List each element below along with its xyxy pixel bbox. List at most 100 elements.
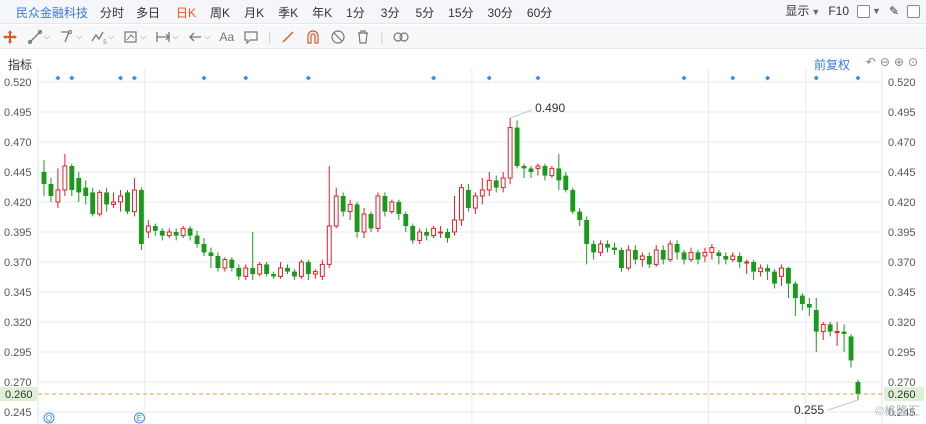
tab-30min[interactable]: 30分 xyxy=(488,4,513,21)
candle xyxy=(500,172,506,193)
candle xyxy=(326,166,332,268)
event-marker xyxy=(305,75,311,81)
channel-tool-icon[interactable]: ⌵ xyxy=(59,27,82,47)
candle-body xyxy=(493,180,499,188)
line-tool-icon[interactable]: ⌵ xyxy=(27,27,50,47)
candle xyxy=(264,262,270,277)
candle xyxy=(319,259,325,280)
stock-name[interactable]: 民众金融科技 xyxy=(16,4,88,21)
y-tick-label: 0.470 xyxy=(888,137,916,149)
candle xyxy=(799,293,805,310)
y-tick-label: 0.345 xyxy=(4,287,32,299)
tab-weekly-k[interactable]: 周K xyxy=(210,4,230,21)
candle-body xyxy=(556,168,562,181)
pencil-icon[interactable]: ✎ xyxy=(889,4,899,18)
candle-body xyxy=(577,211,583,220)
candle-body xyxy=(535,165,541,169)
candle-body xyxy=(507,127,513,179)
candle xyxy=(215,252,221,272)
candle xyxy=(424,228,430,241)
tab-yearly-k[interactable]: 年K xyxy=(312,4,332,21)
tab-daily-k[interactable]: 日K xyxy=(176,4,196,21)
candle xyxy=(709,244,715,260)
candle xyxy=(785,266,791,298)
candlestick-chart[interactable]: QE 0.5200.4950.4700.4450.4200.3950.3700.… xyxy=(0,68,926,424)
candle-body xyxy=(361,213,367,233)
candle-body xyxy=(271,274,277,277)
candle-body xyxy=(264,264,270,274)
zoom-in-icon[interactable]: ⊕ xyxy=(894,55,904,69)
text-tool-icon[interactable]: Aa xyxy=(219,27,234,47)
candle xyxy=(389,199,395,214)
tab-5min[interactable]: 5分 xyxy=(415,4,434,21)
candle-body xyxy=(48,184,54,196)
event-marker xyxy=(486,75,492,81)
checkbox-dropdown[interactable]: ▼ xyxy=(857,3,881,18)
tab-quarterly-k[interactable]: 季K xyxy=(278,4,298,21)
tab-1min[interactable]: 1分 xyxy=(346,4,365,21)
tab-multiday[interactable]: 多日 xyxy=(136,4,160,21)
max-leader-line xyxy=(509,109,533,119)
square-button[interactable] xyxy=(907,3,920,18)
candle-body xyxy=(605,244,610,248)
chevron-right-icon[interactable]: ⊙ xyxy=(908,55,918,69)
candle-body xyxy=(570,190,576,212)
candle xyxy=(765,264,770,280)
wave-tool-icon[interactable]: 5 ⌵ xyxy=(91,27,114,47)
candle-body xyxy=(104,192,110,205)
chevron-down-icon: ⌵ xyxy=(204,31,211,41)
candle-body xyxy=(236,268,242,277)
candle xyxy=(194,230,200,248)
candle-body xyxy=(591,244,597,253)
tab-intraday[interactable]: 分时 xyxy=(100,4,124,21)
f10-button[interactable]: F10 xyxy=(828,4,849,18)
link-icon[interactable] xyxy=(392,27,410,47)
candle xyxy=(152,223,158,236)
measure-tool-icon[interactable]: ⌵ xyxy=(123,27,146,47)
candle xyxy=(598,240,604,256)
candle-body xyxy=(785,268,791,284)
zoom-out-icon[interactable]: ⊖ xyxy=(880,55,890,69)
candle-body xyxy=(347,203,353,213)
candle xyxy=(90,187,96,217)
y-tick-label: 0.495 xyxy=(4,107,32,119)
tab-monthly-k[interactable]: 月K xyxy=(244,4,264,21)
candle xyxy=(584,216,590,265)
current-price-label: 0.260 xyxy=(5,389,33,401)
tab-15min[interactable]: 15分 xyxy=(448,4,473,21)
comment-icon[interactable] xyxy=(243,27,259,47)
brush-icon[interactable] xyxy=(280,27,296,47)
candle-body xyxy=(257,263,263,275)
magnet-icon[interactable] xyxy=(305,27,321,47)
y-tick-label: 0.320 xyxy=(888,317,916,329)
candle-body xyxy=(222,259,228,269)
move-icon[interactable] xyxy=(2,27,18,47)
candle-body xyxy=(243,267,249,277)
undo-icon[interactable]: ↶ xyxy=(866,55,876,69)
hide-icon[interactable] xyxy=(330,27,346,47)
range-tool-icon[interactable]: ⌵ xyxy=(155,27,178,47)
candle xyxy=(125,190,130,214)
candle-body xyxy=(500,177,506,189)
candle-body xyxy=(855,382,861,394)
candle-body xyxy=(792,283,798,298)
svg-text:5: 5 xyxy=(103,39,107,45)
y-tick-label: 0.420 xyxy=(888,197,916,209)
candle xyxy=(257,262,263,277)
arrow-left-icon[interactable]: ⌵ xyxy=(187,27,210,47)
checkbox-icon xyxy=(857,4,871,18)
candle-body xyxy=(41,172,47,184)
trash-icon[interactable] xyxy=(355,27,371,47)
display-dropdown[interactable]: 显示 ▼ xyxy=(785,2,820,19)
candle-body xyxy=(834,331,840,334)
event-marker xyxy=(681,75,687,81)
candle xyxy=(132,178,137,217)
candle-body xyxy=(723,256,729,260)
candle xyxy=(250,232,256,280)
candle xyxy=(479,178,485,205)
current-price-label: 0.260 xyxy=(888,389,916,401)
tab-60min[interactable]: 60分 xyxy=(527,4,552,21)
candle xyxy=(514,120,520,169)
tab-3min[interactable]: 3分 xyxy=(381,4,400,21)
candle-body xyxy=(639,255,645,261)
